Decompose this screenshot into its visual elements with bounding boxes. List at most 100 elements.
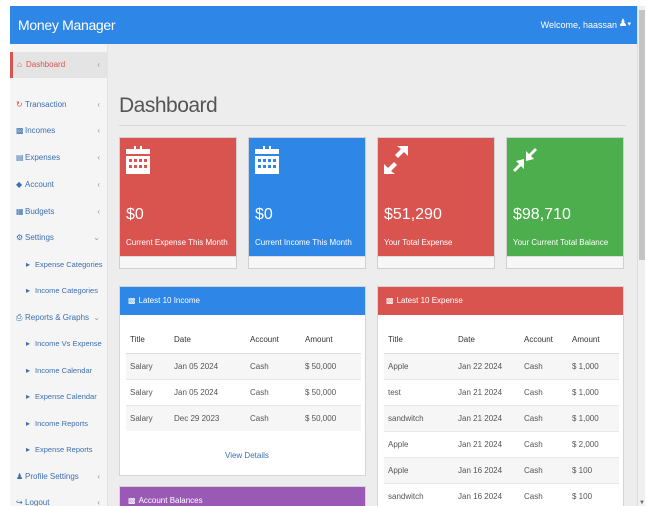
- table-row: Salary Dec 29 2023 Cash $ 50,000: [126, 404, 361, 431]
- table-cell: $ 50,000: [301, 378, 361, 405]
- list-icon: ▤: [16, 153, 24, 162]
- stat-label: Current Expense This Month: [126, 238, 228, 247]
- panel-title: Account Balances: [138, 496, 203, 505]
- table-cell: Jan 21 2024: [454, 404, 520, 431]
- sidebar-item-label: Income Reports: [35, 419, 88, 428]
- caret-right-icon: ▸: [26, 339, 31, 348]
- sidebar-item-budgets[interactable]: ▦Budgets ‹: [10, 201, 108, 223]
- chevron-down-icon: ⌄: [93, 233, 100, 242]
- main-content: Dashboard $0 Current Expense This Month …: [108, 44, 637, 506]
- table-row: sandwitch Jan 16 2024 Cash $ 100: [384, 482, 619, 506]
- sidebar-item-income-reports[interactable]: ▸ Income Reports: [10, 413, 108, 435]
- caret-right-icon: ▸: [26, 286, 31, 295]
- welcome-text: Welcome, haassan: [540, 20, 617, 30]
- chevron-left-icon: ‹: [97, 498, 100, 506]
- table-cell: Apple: [384, 430, 454, 457]
- expense-table: Title Date Account Amount Apple Jan 22 2…: [384, 327, 619, 506]
- sidebar-item-income-categories[interactable]: ▸ Income Categories: [10, 280, 108, 302]
- table-cell: Jan 22 2024: [454, 352, 520, 379]
- column-header: Amount: [301, 327, 361, 354]
- stat-amount: $51,290: [384, 206, 442, 223]
- sidebar-item-label: Incomes: [25, 126, 56, 135]
- panel-header: ▩ Account Balances: [120, 487, 365, 506]
- sidebar-item-label: Expense Calendar: [35, 392, 97, 401]
- sidebar-item-settings[interactable]: ⚙ Settings ⌄: [10, 227, 108, 249]
- chevron-left-icon: ‹: [97, 100, 100, 109]
- stat-card-footer: [507, 256, 623, 268]
- stat-card-current-expense: $0 Current Expense This Month: [119, 137, 237, 269]
- sidebar-item-account[interactable]: ◆ Account ‹: [10, 174, 108, 196]
- table-cell: sandwitch: [384, 482, 454, 506]
- tag-icon: ◆: [16, 180, 23, 189]
- user-menu-icon[interactable]: ♟▾: [619, 18, 631, 29]
- sidebar-item-expense-calendar[interactable]: ▸ Expense Calendar: [10, 386, 108, 408]
- account-balances-panel: ▩ Account Balances: [119, 486, 366, 506]
- compress-arrows-icon: [513, 148, 537, 172]
- sidebar-item-expenses[interactable]: ▤Expenses ‹: [10, 147, 108, 169]
- column-header: Account: [520, 327, 568, 354]
- sidebar-item-label: Income Categories: [35, 286, 98, 295]
- sidebar-item-incomes[interactable]: ▩Incomes ‹: [10, 120, 108, 142]
- column-header: Date: [170, 327, 246, 354]
- chevron-left-icon: ‹: [97, 180, 100, 189]
- table-cell: Cash: [246, 352, 301, 379]
- panel-title: Latest 10 Expense: [396, 296, 463, 305]
- sidebar-item-expense-reports[interactable]: ▸ Expense Reports: [10, 439, 108, 461]
- table-cell: Jan 21 2024: [454, 430, 520, 457]
- stat-card-current-income: $0 Current Income This Month: [248, 137, 366, 269]
- calendar-icon: [126, 146, 150, 174]
- sidebar-item-label: Expense Categories: [35, 260, 103, 269]
- chevron-left-icon: ‹: [97, 207, 100, 216]
- table-cell: Apple: [384, 456, 454, 483]
- sidebar-item-label: Dashboard: [26, 60, 66, 69]
- bar-chart-icon: ▩: [386, 296, 394, 305]
- sidebar-item-logout[interactable]: ↪ Logout ‹: [10, 492, 108, 506]
- bar-chart-icon: ▩: [16, 126, 24, 135]
- panel-header: ▩ Latest 10 Income: [120, 287, 365, 315]
- caret-right-icon: ▸: [26, 445, 31, 454]
- gear-icon: ⚙: [16, 233, 24, 242]
- expand-arrows-icon: [384, 146, 408, 174]
- sidebar-item-income-calendar[interactable]: ▸ Income Calendar: [10, 360, 108, 382]
- column-header: Title: [126, 327, 170, 354]
- sidebar-item-income-vs-expense[interactable]: ▸ Income Vs Expense: [10, 333, 108, 355]
- table-row: sandwitch Jan 21 2024 Cash $ 1,000: [384, 404, 619, 431]
- caret-right-icon: ▸: [26, 366, 31, 375]
- table-cell: Salary: [126, 352, 170, 379]
- table-cell: $ 50,000: [301, 404, 361, 431]
- print-icon: ⎙: [16, 313, 23, 322]
- chevron-down-icon: ⌄: [93, 313, 100, 322]
- chevron-left-icon: ‹: [97, 126, 100, 135]
- sidebar-item-profile-settings[interactable]: ♟ Profile Settings ‹: [10, 466, 108, 488]
- refresh-icon: ↻: [16, 100, 23, 109]
- scroll-down-icon[interactable]: ▼: [639, 500, 645, 506]
- sidebar-item-dashboard[interactable]: ⌂ Dashboard ‹: [10, 52, 108, 78]
- caret-right-icon: ▸: [26, 419, 31, 428]
- stat-card-footer: [249, 256, 365, 268]
- income-table: Title Date Account Amount Salary Jan 05 …: [126, 327, 361, 431]
- stat-label: Your Total Expense: [384, 238, 453, 247]
- stat-card-footer: [120, 256, 236, 268]
- view-details-link[interactable]: View Details: [225, 451, 269, 460]
- sidebar-item-transaction[interactable]: ↻ Transaction ‹: [10, 94, 108, 116]
- sidebar-item-expense-categories[interactable]: ▸ Expense Categories: [10, 254, 108, 276]
- latest-expense-panel: ▩ Latest 10 Expense Title Date Account Am…: [377, 286, 624, 506]
- sidebar-item-label: Transaction: [25, 100, 67, 109]
- stat-card-footer: [378, 256, 494, 268]
- column-header: Title: [384, 327, 454, 354]
- sidebar-item-reports-graphs[interactable]: ⎙ Reports & Graphs ⌄: [10, 307, 108, 329]
- table-cell: Salary: [126, 378, 170, 405]
- brand-link[interactable]: Money Manager: [18, 17, 116, 33]
- top-navbar: Money Manager Welcome, haassan ♟▾: [10, 6, 637, 44]
- table-cell: $ 100: [568, 456, 619, 483]
- page-scrollbar[interactable]: ▼: [637, 6, 645, 506]
- stat-amount: $0: [126, 206, 144, 223]
- table-header-row: Title Date Account Amount: [384, 327, 619, 354]
- sidebar-item-label: Expense Reports: [35, 445, 93, 454]
- table-cell: Cash: [246, 378, 301, 405]
- scrollbar-thumb[interactable]: [639, 10, 645, 260]
- chevron-left-icon: ‹: [97, 472, 100, 481]
- table-cell: test: [384, 378, 454, 405]
- column-header: Amount: [568, 327, 619, 354]
- table-cell: Jan 16 2024: [454, 456, 520, 483]
